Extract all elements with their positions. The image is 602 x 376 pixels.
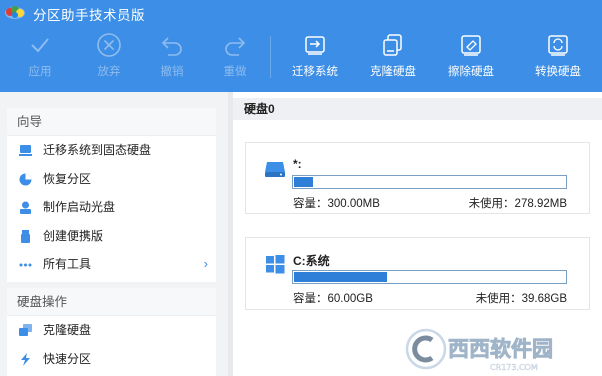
sidebar-item-all-tools[interactable]: 所有工具 › bbox=[7, 250, 216, 279]
migrate-disk-icon bbox=[305, 36, 325, 55]
wipe-disk-icon bbox=[461, 35, 481, 56]
chevron-right-icon: › bbox=[203, 256, 208, 272]
watermark-logo: 西西软件园 CR173.COM bbox=[404, 327, 553, 372]
disk-ops-heading: 硬盘操作 bbox=[7, 288, 216, 316]
undo-icon bbox=[161, 37, 182, 56]
apply-label: 应用 bbox=[28, 66, 52, 78]
panel-divider bbox=[228, 92, 233, 376]
usage-bar bbox=[292, 175, 567, 189]
disk-ops-panel: 硬盘操作 克隆硬盘 快速分区 bbox=[7, 288, 216, 376]
sidebar-item-label: 克隆硬盘 bbox=[43, 323, 92, 337]
clone-disk-icon bbox=[383, 34, 402, 56]
usage-bar bbox=[292, 270, 567, 284]
partition-card[interactable]: C:系统 容量：60.00GB 未使用：39.68GB bbox=[245, 237, 590, 310]
partition-name: *: bbox=[293, 157, 302, 171]
app-logo-icon bbox=[5, 6, 25, 19]
app-title: 分区助手技术员版 bbox=[33, 8, 145, 23]
wizard-heading: 向导 bbox=[7, 108, 216, 136]
wipe-disk-label: 擦除硬盘 bbox=[448, 66, 494, 78]
recover-partition-icon bbox=[19, 173, 32, 186]
sidebar-item-portable[interactable]: 创建便携版 bbox=[7, 222, 216, 251]
clone-disk-button[interactable]: 克隆硬盘 bbox=[363, 32, 423, 84]
undo-label: 撤销 bbox=[160, 66, 184, 78]
hard-disk-icon bbox=[265, 162, 285, 177]
sidebar-item-recover-partition[interactable]: 恢复分区 bbox=[7, 165, 216, 194]
sidebar-item-label: 创建便携版 bbox=[43, 228, 104, 243]
sidebar-item-label: 迁移系统到固态硬盘 bbox=[43, 143, 152, 157]
title-bar: 分区助手技术员版 bbox=[0, 0, 602, 26]
partition-capacity: 容量：300.00MB bbox=[293, 198, 380, 210]
redo-icon bbox=[225, 37, 246, 56]
wipe-disk-button[interactable]: 擦除硬盘 bbox=[441, 32, 501, 84]
svg-text:西西软件园: 西西软件园 bbox=[448, 337, 553, 361]
discard-icon bbox=[97, 33, 121, 57]
convert-disk-label: 转换硬盘 bbox=[535, 66, 581, 78]
undo-button[interactable]: 撤销 bbox=[142, 32, 202, 84]
discard-label: 放弃 bbox=[97, 66, 121, 78]
usb-drive-icon bbox=[21, 229, 30, 243]
toolbar-divider bbox=[270, 36, 271, 78]
lightning-icon bbox=[21, 352, 30, 366]
partition-free: 未使用：278.92MB bbox=[468, 198, 567, 210]
boot-disc-icon bbox=[20, 201, 31, 215]
svg-text:CR173.COM: CR173.COM bbox=[490, 363, 538, 372]
migrate-os-button[interactable]: 迁移系统 bbox=[285, 32, 345, 84]
apply-button[interactable]: 应用 bbox=[10, 32, 70, 84]
clone-disk-label: 克隆硬盘 bbox=[370, 66, 416, 78]
sidebar-item-quick-partition[interactable]: 快速分区 bbox=[7, 345, 216, 374]
migrate-ssd-icon bbox=[19, 145, 32, 156]
app-header: 分区助手技术员版 应用 放弃 撤销 重做 迁移系统 克隆硬盘 擦除硬盘 转换硬盘 bbox=[0, 0, 602, 92]
usage-bar-fill bbox=[294, 177, 314, 187]
discard-button[interactable]: 放弃 bbox=[79, 32, 139, 84]
sidebar-item-migrate-ssd[interactable]: 迁移系统到固态硬盘 bbox=[7, 136, 216, 165]
partition-card[interactable]: *: 容量：300.00MB 未使用：278.92MB bbox=[245, 142, 590, 214]
sidebar-item-label: 恢复分区 bbox=[43, 171, 92, 186]
sidebar-item-label: 所有工具 bbox=[43, 257, 92, 272]
usage-bar-fill bbox=[294, 272, 387, 282]
partition-name: C:系统 bbox=[293, 254, 330, 268]
sidebar-item-label: 制作启动光盘 bbox=[43, 200, 116, 215]
redo-button[interactable]: 重做 bbox=[205, 32, 265, 84]
more-dots-icon bbox=[19, 263, 32, 267]
migrate-os-label: 迁移系统 bbox=[292, 66, 338, 78]
checkmark-icon bbox=[31, 38, 49, 53]
clone-disk-small-icon bbox=[19, 324, 32, 336]
windows-logo-icon bbox=[266, 255, 285, 274]
sidebar-item-clone-disk[interactable]: 克隆硬盘 bbox=[7, 316, 216, 345]
sidebar-item-make-boot-disc[interactable]: 制作启动光盘 bbox=[7, 193, 216, 222]
partition-capacity: 容量：60.00GB bbox=[293, 293, 373, 305]
disk-title: 硬盘0 bbox=[228, 98, 602, 120]
partition-free: 未使用：39.68GB bbox=[475, 293, 567, 305]
convert-disk-button[interactable]: 转换硬盘 bbox=[528, 32, 588, 84]
sidebar-item-label: 快速分区 bbox=[43, 351, 92, 366]
convert-disk-icon bbox=[548, 35, 568, 56]
redo-label: 重做 bbox=[223, 66, 247, 78]
wizard-panel: 向导 迁移系统到固态硬盘 恢复分区 制作启动光盘 创建便携版 所有工具 › bbox=[7, 108, 216, 282]
